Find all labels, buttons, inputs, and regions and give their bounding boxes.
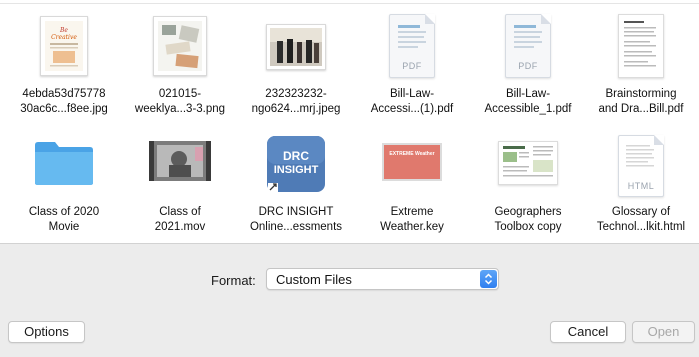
pdf-icon: PDF <box>389 14 435 78</box>
slide-title: EXTREME Weather <box>389 151 435 157</box>
document-thumbnail <box>498 141 558 185</box>
file-browser: Be Creative 4ebda53d75778 30ac6c...f8ee.… <box>0 0 699 243</box>
video-thumbnail <box>149 141 211 181</box>
svg-text:Creative: Creative <box>51 34 77 41</box>
file-item[interactable]: HTML Glossary of Technol...lkit.html <box>583 125 699 243</box>
file-name-line2: Accessible_1.pdf <box>484 103 572 115</box>
svg-text:Be: Be <box>59 27 68 34</box>
options-button[interactable]: Options <box>8 321 85 343</box>
file-item[interactable]: DRC INSIGHT DRC INSIGHT Online...essment… <box>238 125 354 243</box>
file-name-line1: Glossary of <box>611 206 671 218</box>
image-thumbnail: Be Creative <box>40 16 88 76</box>
file-name-line1: 4ebda53d75778 <box>22 88 106 100</box>
html-badge: HTML <box>627 181 655 191</box>
dialog-footer: Format: Custom Files Options Cancel Open <box>0 243 699 357</box>
file-name-line2: 2021.mov <box>154 221 206 233</box>
file-item[interactable]: Class of 2021.mov <box>122 125 238 243</box>
folder-item[interactable]: Class of 2020 Movie <box>6 125 122 243</box>
file-name-line1: Geographers <box>494 206 562 218</box>
file-name-line2: Movie <box>48 221 80 233</box>
file-item[interactable]: PDF Bill-Law- Accessi...(1).pdf <box>354 0 470 125</box>
format-select-value: Custom Files <box>276 272 352 287</box>
app-icon-text-1: DRC <box>283 149 309 163</box>
open-button[interactable]: Open <box>632 321 695 343</box>
file-name-line2: Accessi...(1).pdf <box>370 103 454 115</box>
cancel-button[interactable]: Cancel <box>550 321 626 343</box>
pdf-badge: PDF <box>402 61 422 71</box>
image-thumbnail <box>153 16 207 76</box>
file-name-line1: Bill-Law- <box>389 88 435 100</box>
file-item[interactable]: Brainstorming and Dra...Bill.pdf <box>583 0 699 125</box>
file-item[interactable]: Be Creative 4ebda53d75778 30ac6c...f8ee.… <box>6 0 122 125</box>
file-item[interactable]: PDF Bill-Law- Accessible_1.pdf <box>470 0 586 125</box>
file-name-line1: Class of <box>159 206 201 218</box>
file-name-line2: weeklya...3-3.png <box>134 103 226 115</box>
file-name-line2: 30ac6c...f8ee.jpg <box>20 103 108 115</box>
file-name-line1: 021015- <box>158 88 202 100</box>
file-name-line2: Technol...lkit.html <box>596 221 686 233</box>
file-item[interactable]: EXTREME Weather Extreme Weather.key <box>354 125 470 243</box>
file-name-line1: Bill-Law- <box>505 88 551 100</box>
file-name-line1: 232323232- <box>265 88 327 100</box>
file-name-line2: Toolbox copy <box>494 221 562 233</box>
app-icon-text-2: INSIGHT <box>274 164 319 176</box>
file-item[interactable]: Geographers Toolbox copy <box>470 125 586 243</box>
file-name-line1: DRC INSIGHT <box>258 206 334 218</box>
file-item[interactable]: 021015- weeklya...3-3.png <box>122 0 238 125</box>
html-file-icon: HTML <box>618 135 664 197</box>
pdf-badge: PDF <box>518 61 538 71</box>
file-name-line2: Online...essments <box>249 221 343 233</box>
file-name-line1: Extreme <box>390 206 434 218</box>
app-icon: DRC INSIGHT <box>266 135 326 193</box>
file-name-line2: Weather.key <box>380 221 444 233</box>
file-name-line1: Class of 2020 <box>28 206 100 218</box>
file-name-line2: and Dra...Bill.pdf <box>598 103 684 115</box>
keynote-thumbnail: EXTREME Weather <box>382 143 442 181</box>
file-item[interactable]: 232323232- ngo624...mrj.jpeg <box>238 0 354 125</box>
format-label: Format: <box>211 273 256 288</box>
pdf-icon: PDF <box>505 14 551 78</box>
chevron-updown-icon <box>480 270 497 288</box>
folder-icon <box>33 139 95 187</box>
format-select[interactable]: Custom Files <box>266 268 499 290</box>
image-thumbnail <box>266 24 326 70</box>
file-name-line1: Brainstorming <box>605 88 677 100</box>
document-thumbnail <box>618 14 664 78</box>
file-name-line2: ngo624...mrj.jpeg <box>251 103 341 115</box>
